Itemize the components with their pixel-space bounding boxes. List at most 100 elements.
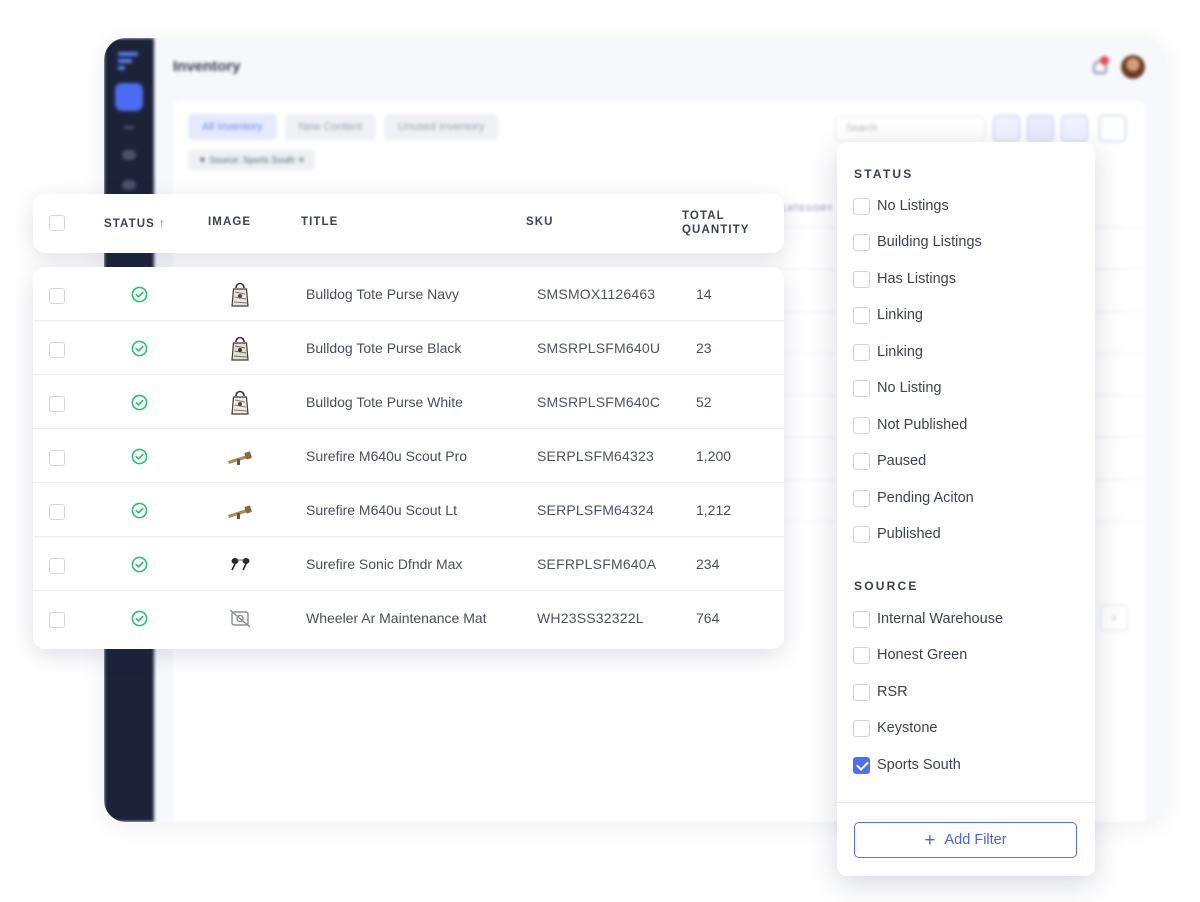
checkbox[interactable]	[853, 646, 870, 664]
user-avatar[interactable]	[1119, 53, 1147, 81]
status-option-pending-action[interactable]: Pending Aciton	[853, 488, 974, 508]
source-option-keystone[interactable]: Keystone	[853, 718, 937, 738]
column-header-total-quantity[interactable]: TOTAL QUANTITY	[682, 209, 750, 237]
status-option-has-listings[interactable]: Has Listings	[853, 269, 956, 289]
home-nav-icon[interactable]	[115, 83, 143, 111]
status-option-no-listing[interactable]: No Listing	[853, 378, 941, 398]
column-header-status[interactable]: STATUS ↑	[104, 216, 166, 230]
status-option-no-listings[interactable]: No Listings	[853, 196, 949, 216]
tab-unused-inventory[interactable]: Unused Inventory	[384, 114, 499, 140]
row-sku: SMSRPLSFM640C	[537, 394, 661, 410]
status-check-icon	[131, 556, 148, 573]
row-quantity: 764	[696, 610, 720, 626]
status-option-linking[interactable]: Linking	[853, 305, 923, 325]
settings-nav-icon[interactable]	[122, 180, 136, 190]
flashlight-icon	[228, 451, 252, 465]
checkbox[interactable]	[853, 489, 870, 507]
checkbox[interactable]	[853, 233, 870, 251]
chat-nav-icon[interactable]	[122, 150, 136, 160]
earplugs-icon	[231, 558, 250, 571]
no-image-icon	[229, 609, 251, 628]
plus-icon: +	[924, 829, 936, 851]
table-row[interactable]: Surefire M640u Scout Lt SERPLSFM64324 1,…	[33, 483, 784, 537]
tote-bag-icon	[231, 282, 249, 307]
tote-bag-icon	[231, 390, 249, 415]
checkbox[interactable]	[853, 306, 870, 324]
column-header-sku[interactable]: SKU	[526, 216, 554, 228]
checkbox[interactable]	[853, 416, 870, 434]
row-title[interactable]: Wheeler Ar Maintenance Mat	[306, 591, 487, 645]
row-checkbox[interactable]	[49, 558, 65, 574]
tote-bag-icon	[231, 336, 249, 361]
table-row[interactable]: Wheeler Ar Maintenance Mat WH23SS32322L …	[33, 591, 784, 645]
checkbox[interactable]	[853, 343, 870, 361]
active-filter-chip[interactable]: ▼ Source: Sports South ✕	[188, 150, 315, 170]
filter-button[interactable]	[993, 115, 1020, 142]
page-title: Inventory	[173, 58, 241, 75]
row-sku: SEFRPLSFM640A	[537, 556, 657, 572]
row-title[interactable]: Bulldog Tote Purse White	[306, 375, 463, 429]
status-option-not-published[interactable]: Not Published	[853, 415, 967, 435]
add-filter-label: Add Filter	[944, 832, 1007, 848]
table-row[interactable]: Surefire M640u Scout Pro SERPLSFM64323 1…	[33, 429, 784, 483]
table-row[interactable]: Bulldog Tote Purse Black SMSRPLSFM640U 2…	[33, 321, 784, 375]
row-title[interactable]: Bulldog Tote Purse Black	[306, 321, 461, 375]
row-checkbox[interactable]	[49, 342, 65, 358]
select-all-checkbox[interactable]	[49, 215, 65, 231]
row-checkbox[interactable]	[49, 504, 65, 520]
checkbox[interactable]	[853, 379, 870, 397]
flashlight-icon	[228, 505, 252, 519]
status-option-building-listings[interactable]: Building Listings	[853, 232, 982, 252]
source-option-rsr[interactable]: RSR	[853, 682, 908, 702]
checkbox[interactable]	[853, 683, 870, 701]
row-checkbox[interactable]	[49, 450, 65, 466]
status-option-linking-2[interactable]: Linking	[853, 342, 923, 362]
table-row[interactable]: Bulldog Tote Purse Navy SMSMOX1126463 14	[33, 267, 784, 321]
columns-button[interactable]	[1061, 115, 1088, 142]
tab-new-content[interactable]: New Content	[284, 114, 377, 140]
row-title[interactable]: Surefire M640u Scout Pro	[306, 429, 467, 483]
source-option-internal-warehouse[interactable]: Internal Warehouse	[853, 609, 1003, 629]
source-section-title: SOURCE	[854, 579, 919, 593]
row-title[interactable]: Bulldog Tote Purse Navy	[306, 267, 459, 321]
status-option-paused[interactable]: Paused	[853, 451, 926, 471]
source-option-sports-south[interactable]: Sports South	[853, 755, 961, 775]
notification-badge	[1100, 56, 1109, 65]
table-body: Bulldog Tote Purse Navy SMSMOX1126463 14…	[33, 267, 784, 649]
checkbox[interactable]	[853, 452, 870, 470]
column-header-title[interactable]: TITLE	[301, 216, 338, 228]
table-row[interactable]: Bulldog Tote Purse White SMSRPLSFM640C 5…	[33, 375, 784, 429]
row-checkbox[interactable]	[49, 396, 65, 412]
status-section-title: STATUS	[854, 167, 914, 181]
more-button[interactable]	[1099, 115, 1126, 142]
add-filter-button[interactable]: + Add Filter	[854, 822, 1077, 858]
filter-dropdown: STATUS No Listings Building Listings Has…	[837, 142, 1095, 876]
status-option-published[interactable]: Published	[853, 524, 941, 544]
source-option-honest-green[interactable]: Honest Green	[853, 645, 967, 665]
checkbox[interactable]	[853, 197, 870, 215]
status-check-icon	[131, 448, 148, 465]
export-button[interactable]	[1027, 115, 1054, 142]
row-title[interactable]: Surefire M640u Scout Lt	[306, 483, 457, 537]
row-sku: SERPLSFM64323	[537, 448, 654, 464]
checkbox[interactable]	[853, 270, 870, 288]
sort-ascending-icon: ↑	[158, 216, 167, 230]
table-header: STATUS ↑ IMAGE TITLE SKU TOTAL QUANTITY	[33, 194, 784, 253]
row-title[interactable]: Surefire Sonic Dfndr Max	[306, 537, 462, 591]
bg-column-category: CATEGORY	[781, 204, 834, 213]
status-check-icon	[131, 610, 148, 627]
search-input[interactable]: Search	[835, 116, 985, 142]
next-page-button[interactable]: ›	[1100, 605, 1128, 631]
inventory-tabs: All Inventory New Content Unused Invento…	[188, 114, 499, 140]
tab-all-inventory[interactable]: All Inventory	[188, 114, 277, 140]
row-sku: SMSMOX1126463	[537, 286, 656, 302]
table-row[interactable]: Surefire Sonic Dfndr Max SEFRPLSFM640A 2…	[33, 537, 784, 591]
row-checkbox[interactable]	[49, 612, 65, 628]
status-check-icon	[131, 502, 148, 519]
checkbox-checked[interactable]	[853, 756, 870, 774]
row-quantity: 1,212	[696, 502, 732, 518]
checkbox[interactable]	[853, 525, 870, 543]
row-checkbox[interactable]	[49, 288, 65, 304]
checkbox[interactable]	[853, 719, 870, 737]
checkbox[interactable]	[853, 610, 870, 628]
